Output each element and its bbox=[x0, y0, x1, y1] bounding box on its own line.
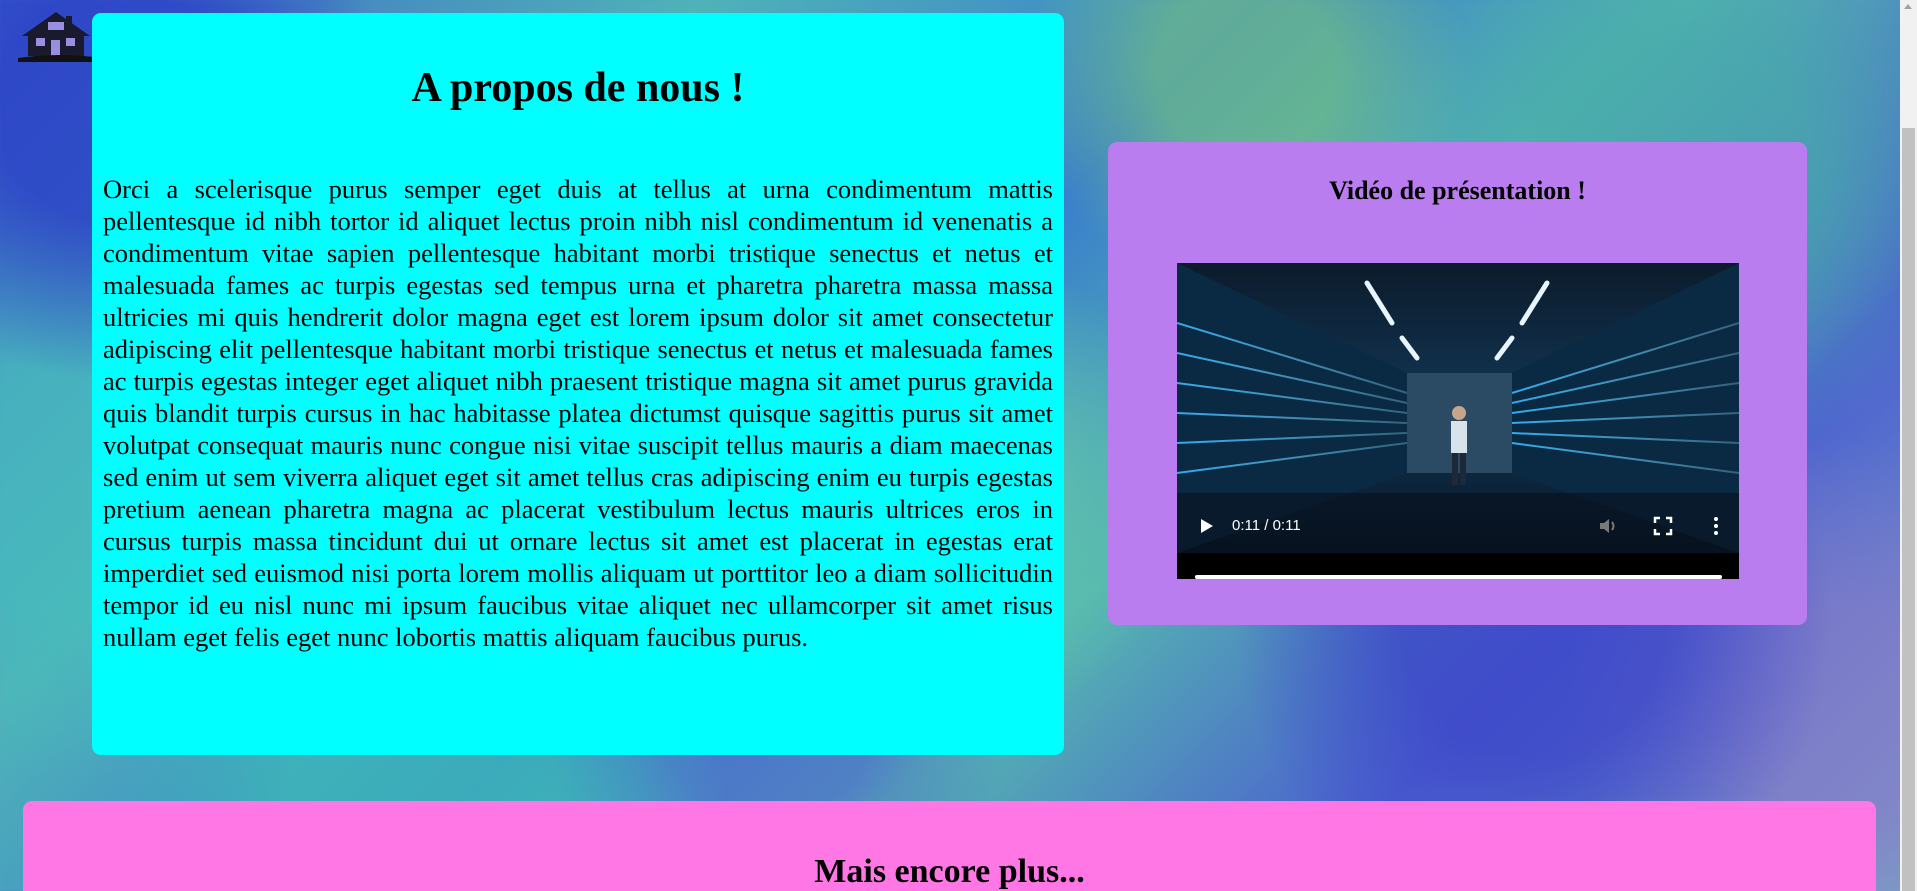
video-player[interactable]: 0:11 / 0:11 bbox=[1177, 263, 1739, 579]
about-title: A propos de nous ! bbox=[411, 65, 745, 111]
house-icon[interactable] bbox=[14, 8, 104, 64]
video-time: 0:11 / 0:11 bbox=[1232, 517, 1301, 534]
more-title: Mais encore plus... bbox=[814, 853, 1085, 890]
volume-icon[interactable] bbox=[1597, 515, 1619, 537]
video-section: Vidéo de présentation ! 0:11 / 0:11 bbox=[1108, 142, 1807, 625]
about-text: Orci a scelerisque purus semper eget dui… bbox=[103, 174, 1053, 653]
video-progress-bar[interactable] bbox=[1195, 575, 1722, 579]
about-section: A propos de nous ! Orci a scelerisque pu… bbox=[92, 13, 1064, 755]
fullscreen-icon[interactable] bbox=[1652, 515, 1674, 537]
play-icon[interactable] bbox=[1195, 515, 1217, 537]
page-scrollbar[interactable] bbox=[1900, 0, 1917, 891]
scrollbar-thumb[interactable] bbox=[1902, 128, 1915, 891]
video-title: Vidéo de présentation ! bbox=[1329, 176, 1586, 205]
scroll-up-arrow-icon[interactable] bbox=[1904, 4, 1912, 9]
video-progress-fill bbox=[1195, 575, 1722, 579]
more-options-icon[interactable] bbox=[1705, 515, 1727, 537]
more-section: Mais encore plus... bbox=[23, 801, 1876, 891]
video-controls: 0:11 / 0:11 bbox=[1177, 503, 1739, 555]
